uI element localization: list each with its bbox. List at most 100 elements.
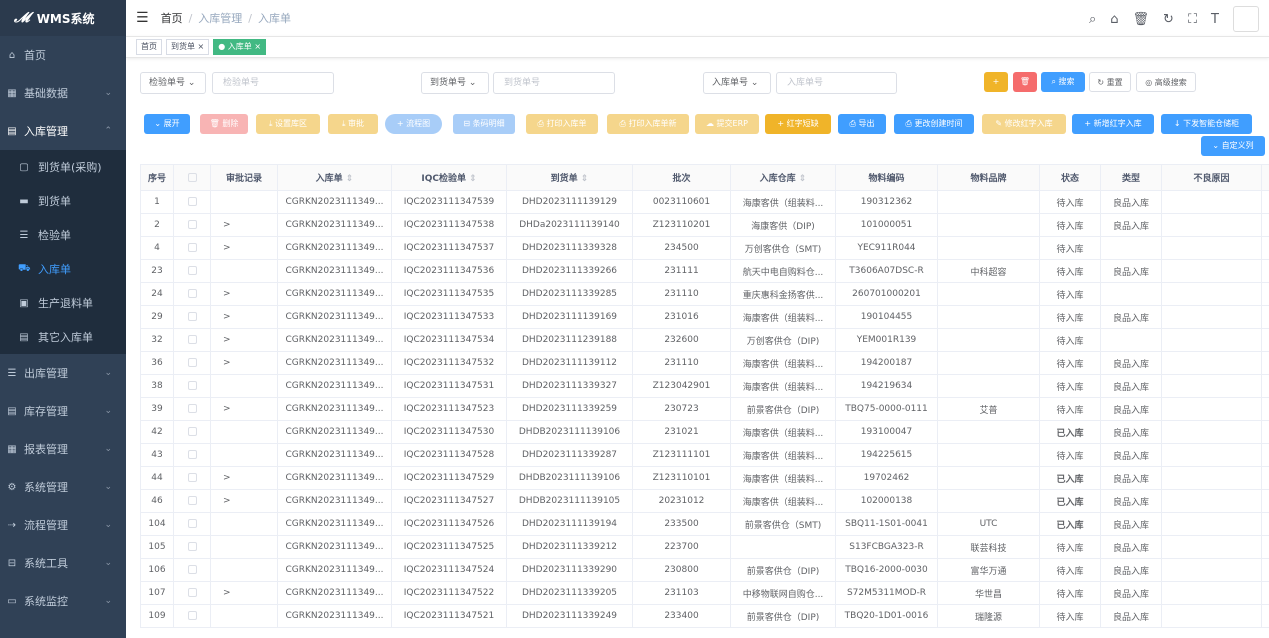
table-row[interactable]: 44 > CGRKN2023111349... IQC2023111347529 DHD…	[140, 466, 1269, 490]
row-checkbox[interactable]	[187, 427, 197, 436]
cell-approval[interactable]	[210, 512, 278, 536]
hamburger-icon[interactable]: ☰	[136, 10, 149, 26]
cell-select[interactable]	[173, 374, 211, 398]
cell-approval[interactable]	[210, 535, 278, 559]
table-row[interactable]: 42 CGRKN2023111349... IQC2023111347530 DHDB…	[140, 420, 1269, 444]
advanced-search-button[interactable]: ◎ 高级搜索	[1136, 72, 1196, 92]
table-row[interactable]: 46 > CGRKN2023111349... IQC2023111347527 DHD…	[140, 489, 1269, 513]
cell-select[interactable]	[173, 351, 211, 375]
flow-chart-button[interactable]: + 流程图	[385, 114, 442, 134]
send-smart-cabinet-button[interactable]: ↓ 下发智能仓储柜	[1161, 114, 1252, 134]
sidebar-item-flow[interactable]: ⇢ 流程管理 ⌄	[0, 506, 126, 544]
tag-home[interactable]: 首页	[136, 39, 162, 55]
table-row[interactable]: 23 CGRKN2023111349... IQC2023111347536 DHD2…	[140, 259, 1269, 283]
row-checkbox[interactable]	[187, 335, 197, 344]
row-checkbox[interactable]	[187, 197, 197, 206]
barcode-detail-button[interactable]: ⊟ 条码明细	[453, 114, 515, 134]
cell-approval[interactable]: >	[210, 305, 278, 329]
sidebar-item-home[interactable]: ⌂ 首页	[0, 36, 126, 74]
table-row[interactable]: 4 > CGRKN2023111349... IQC2023111347537 DHD2…	[140, 236, 1269, 260]
expand-button[interactable]: ⌄ 展开	[144, 114, 190, 134]
search-button[interactable]: ⌕ 搜索	[1041, 72, 1085, 92]
cell-select[interactable]	[173, 190, 211, 214]
sidebar-sub-arrival-purchase[interactable]: ▢ 到货单(采购)	[0, 150, 126, 184]
cell-approval[interactable]	[210, 190, 278, 214]
cell-select[interactable]	[173, 581, 211, 605]
delete-button[interactable]: 🗑 删除	[200, 114, 248, 134]
breadcrumb-home[interactable]: 首页	[161, 12, 183, 25]
trash-icon[interactable]: 🗑	[1133, 12, 1150, 27]
cell-select[interactable]	[173, 420, 211, 444]
header-inbound-no[interactable]: 入库单 ⇕	[277, 164, 392, 191]
sidebar-sub-return[interactable]: ▣ 生产退料单	[0, 286, 126, 320]
cell-approval[interactable]	[210, 443, 278, 467]
table-row[interactable]: 1 CGRKN2023111349... IQC2023111347539 DHD20…	[140, 190, 1269, 214]
search-input-2[interactable]: 到货单号	[493, 72, 615, 94]
search-type-select-3[interactable]: 入库单号 ⌄	[703, 72, 771, 94]
sort-icon[interactable]: ⇕	[469, 174, 477, 184]
row-checkbox[interactable]	[187, 358, 197, 367]
add-red-inbound-button[interactable]: + 新增红字入库	[1072, 114, 1154, 134]
tag-inbound-order[interactable]: ● 入库单 ×	[213, 39, 267, 55]
change-create-time-button[interactable]: ⎙ 更改创建时间	[894, 114, 974, 134]
cell-select[interactable]	[173, 305, 211, 329]
cell-approval[interactable]: >	[210, 466, 278, 490]
search-type-select-2[interactable]: 到货单号 ⌄	[421, 72, 489, 94]
cell-approval[interactable]: >	[210, 328, 278, 352]
row-checkbox[interactable]	[187, 243, 197, 252]
refresh-icon[interactable]: ↻	[1163, 12, 1174, 27]
row-checkbox[interactable]	[187, 588, 197, 597]
cell-select[interactable]	[173, 489, 211, 513]
cell-select[interactable]	[173, 259, 211, 283]
sidebar-item-basic-data[interactable]: ▦ 基础数据 ⌄	[0, 74, 126, 112]
cell-approval[interactable]: >	[210, 581, 278, 605]
table-row[interactable]: 39 > CGRKN2023111349... IQC2023111347523 DHD…	[140, 397, 1269, 421]
search-input-3[interactable]: 入库单号	[776, 72, 897, 94]
row-checkbox[interactable]	[187, 496, 197, 505]
select-all-checkbox[interactable]	[187, 172, 197, 182]
row-checkbox[interactable]	[187, 450, 197, 459]
submit-erp-button[interactable]: ☁ 提交ERP	[695, 114, 759, 134]
cell-select[interactable]	[173, 535, 211, 559]
breadcrumb-inbound[interactable]: 入库管理	[198, 12, 242, 25]
cell-approval[interactable]	[210, 604, 278, 628]
table-row[interactable]: 106 CGRKN2023111349... IQC2023111347524 DHD…	[140, 558, 1269, 582]
sidebar-sub-other-inbound[interactable]: ▤ 其它入库单	[0, 320, 126, 354]
row-checkbox[interactable]	[187, 473, 197, 482]
table-row[interactable]: 2 > CGRKN2023111349... IQC2023111347538 DHDa…	[140, 213, 1269, 237]
cell-approval[interactable]: >	[210, 351, 278, 375]
row-checkbox[interactable]	[187, 542, 197, 551]
table-row[interactable]: 109 CGRKN2023111349... IQC2023111347521 DHD…	[140, 604, 1269, 628]
row-checkbox[interactable]	[187, 404, 197, 413]
table-row[interactable]: 32 > CGRKN2023111349... IQC2023111347534 DHD…	[140, 328, 1269, 352]
cell-approval[interactable]: >	[210, 236, 278, 260]
cell-select[interactable]	[173, 604, 211, 628]
table-row[interactable]: 104 CGRKN2023111349... IQC2023111347526 DHD…	[140, 512, 1269, 536]
audit-button[interactable]: ⤓ 审批	[328, 114, 378, 134]
cell-select[interactable]	[173, 558, 211, 582]
cell-select[interactable]	[173, 443, 211, 467]
print-inbound-button[interactable]: ⎙ 打印入库单	[526, 114, 598, 134]
header-arrival-no[interactable]: 到货单 ⇕	[506, 164, 633, 191]
sidebar-item-stock[interactable]: ▤ 库存管理 ⌄	[0, 392, 126, 430]
table-row[interactable]: 43 CGRKN2023111349... IQC2023111347528 DHD2…	[140, 443, 1269, 467]
cell-approval[interactable]	[210, 558, 278, 582]
house-icon[interactable]: ⌂	[1110, 12, 1118, 27]
cell-approval[interactable]: >	[210, 282, 278, 306]
cell-approval[interactable]: >	[210, 489, 278, 513]
sort-icon[interactable]: ⇕	[346, 174, 354, 184]
sidebar-item-inbound[interactable]: ▤ 入库管理 ⌃	[0, 112, 126, 150]
sidebar-sub-inbound-order[interactable]: ⛟ 入库单	[0, 252, 126, 286]
cell-approval[interactable]	[210, 259, 278, 283]
trash-icon[interactable]: 🗑	[1013, 72, 1037, 92]
table-row[interactable]: 105 CGRKN2023111349... IQC2023111347525 DHD…	[140, 535, 1269, 559]
red-short-button[interactable]: + 红字短缺	[765, 114, 831, 134]
table-row[interactable]: 29 > CGRKN2023111349... IQC2023111347533 DHD…	[140, 305, 1269, 329]
sidebar-item-report[interactable]: ▦ 报表管理 ⌄	[0, 430, 126, 468]
search-input-1[interactable]: 检验单号	[212, 72, 334, 94]
cell-select[interactable]	[173, 328, 211, 352]
font-size-icon[interactable]: T	[1211, 12, 1219, 27]
row-checkbox[interactable]	[187, 289, 197, 298]
row-checkbox[interactable]	[187, 381, 197, 390]
sidebar-item-system[interactable]: ⚙ 系统管理 ⌄	[0, 468, 126, 506]
